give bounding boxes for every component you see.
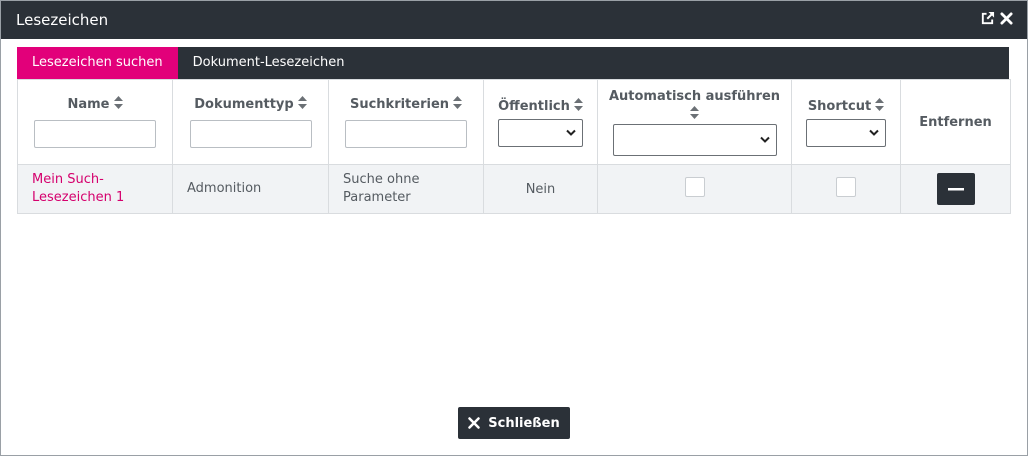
shortcut-filter-select[interactable] <box>806 118 886 147</box>
bookmarks-dialog: Lesezeichen Lesezeichen suchen Dokument-… <box>0 0 1028 456</box>
bookmark-name-link[interactable]: Mein Such-Lesezeichen 1 <box>32 171 127 207</box>
autorun-checkbox[interactable] <box>684 177 705 197</box>
column-header-suchkriterien: Suchkriterien <box>328 79 484 165</box>
tab-lesezeichen-suchen[interactable]: Lesezeichen suchen <box>17 47 178 79</box>
sort-icon[interactable] <box>690 106 699 123</box>
doctype-value: Admonition <box>187 181 262 196</box>
column-label: Suchkriterien <box>349 97 450 112</box>
column-label: Shortcut <box>807 98 872 114</box>
column-header-automatisch-ausfuehren: Automatisch ausführen <box>597 79 792 165</box>
cell-criteria: Suche ohne Parameter <box>328 164 484 214</box>
column-header-dokumenttyp: Dokumenttyp <box>172 79 329 165</box>
sort-icon[interactable] <box>573 97 583 115</box>
column-label: Dokumenttyp <box>194 97 294 112</box>
sort-icon[interactable] <box>875 97 885 115</box>
minus-icon <box>947 187 964 190</box>
name-filter-input[interactable] <box>34 120 156 148</box>
close-icon[interactable] <box>1000 12 1013 25</box>
table-header-row: Name Dokumenttyp Suchkriterien Öffentlic… <box>17 79 1011 165</box>
cell-public: Nein <box>483 164 598 214</box>
sort-icon[interactable] <box>453 96 463 113</box>
dialog-titlebar: Lesezeichen <box>1 1 1027 39</box>
tab-dokument-lesezeichen[interactable]: Dokument-Lesezeichen <box>178 47 360 79</box>
external-link-icon[interactable] <box>980 11 995 26</box>
chevron-down-icon <box>759 136 770 143</box>
cell-doctype: Admonition <box>172 164 329 214</box>
tab-bar: Lesezeichen suchen Dokument-Lesezeichen <box>17 47 1009 79</box>
cell-shortcut <box>791 164 901 214</box>
public-filter-select[interactable] <box>498 118 583 147</box>
cell-autorun <box>597 164 792 214</box>
close-icon <box>468 417 480 429</box>
chevron-down-icon <box>869 129 879 136</box>
criteria-filter-input[interactable] <box>345 120 467 148</box>
bookmarks-table: Name Dokumenttyp Suchkriterien Öffentlic… <box>17 79 1011 214</box>
shortcut-checkbox[interactable] <box>836 177 856 197</box>
titlebar-actions <box>980 11 1013 26</box>
autorun-filter-select[interactable] <box>612 124 777 156</box>
criteria-value: Suche ohne Parameter <box>343 172 420 205</box>
column-header-entfernen: Entfernen <box>900 79 1011 165</box>
column-label: Name <box>67 97 110 112</box>
cell-remove <box>900 164 1011 214</box>
close-button-label: Schließen <box>488 415 560 431</box>
doctype-filter-input[interactable] <box>189 120 312 148</box>
close-dialog-button[interactable]: Schließen <box>458 407 570 439</box>
column-label: Entfernen <box>919 114 992 130</box>
sort-icon[interactable] <box>297 96 307 113</box>
table-row: Mein Such-Lesezeichen 1 Admonition Suche… <box>17 164 1011 214</box>
chevron-down-icon <box>566 129 576 136</box>
cell-name: Mein Such-Lesezeichen 1 <box>17 164 173 214</box>
column-header-shortcut: Shortcut <box>791 79 901 165</box>
column-header-oeffentlich: Öffentlich <box>483 79 598 165</box>
remove-bookmark-button[interactable] <box>936 173 975 205</box>
column-header-name: Name <box>17 79 173 165</box>
sort-icon[interactable] <box>113 96 123 113</box>
public-value: Nein <box>525 181 556 197</box>
column-label: Öffentlich <box>498 98 570 114</box>
dialog-title: Lesezeichen <box>16 11 109 29</box>
column-label: Automatisch ausführen <box>608 89 781 104</box>
